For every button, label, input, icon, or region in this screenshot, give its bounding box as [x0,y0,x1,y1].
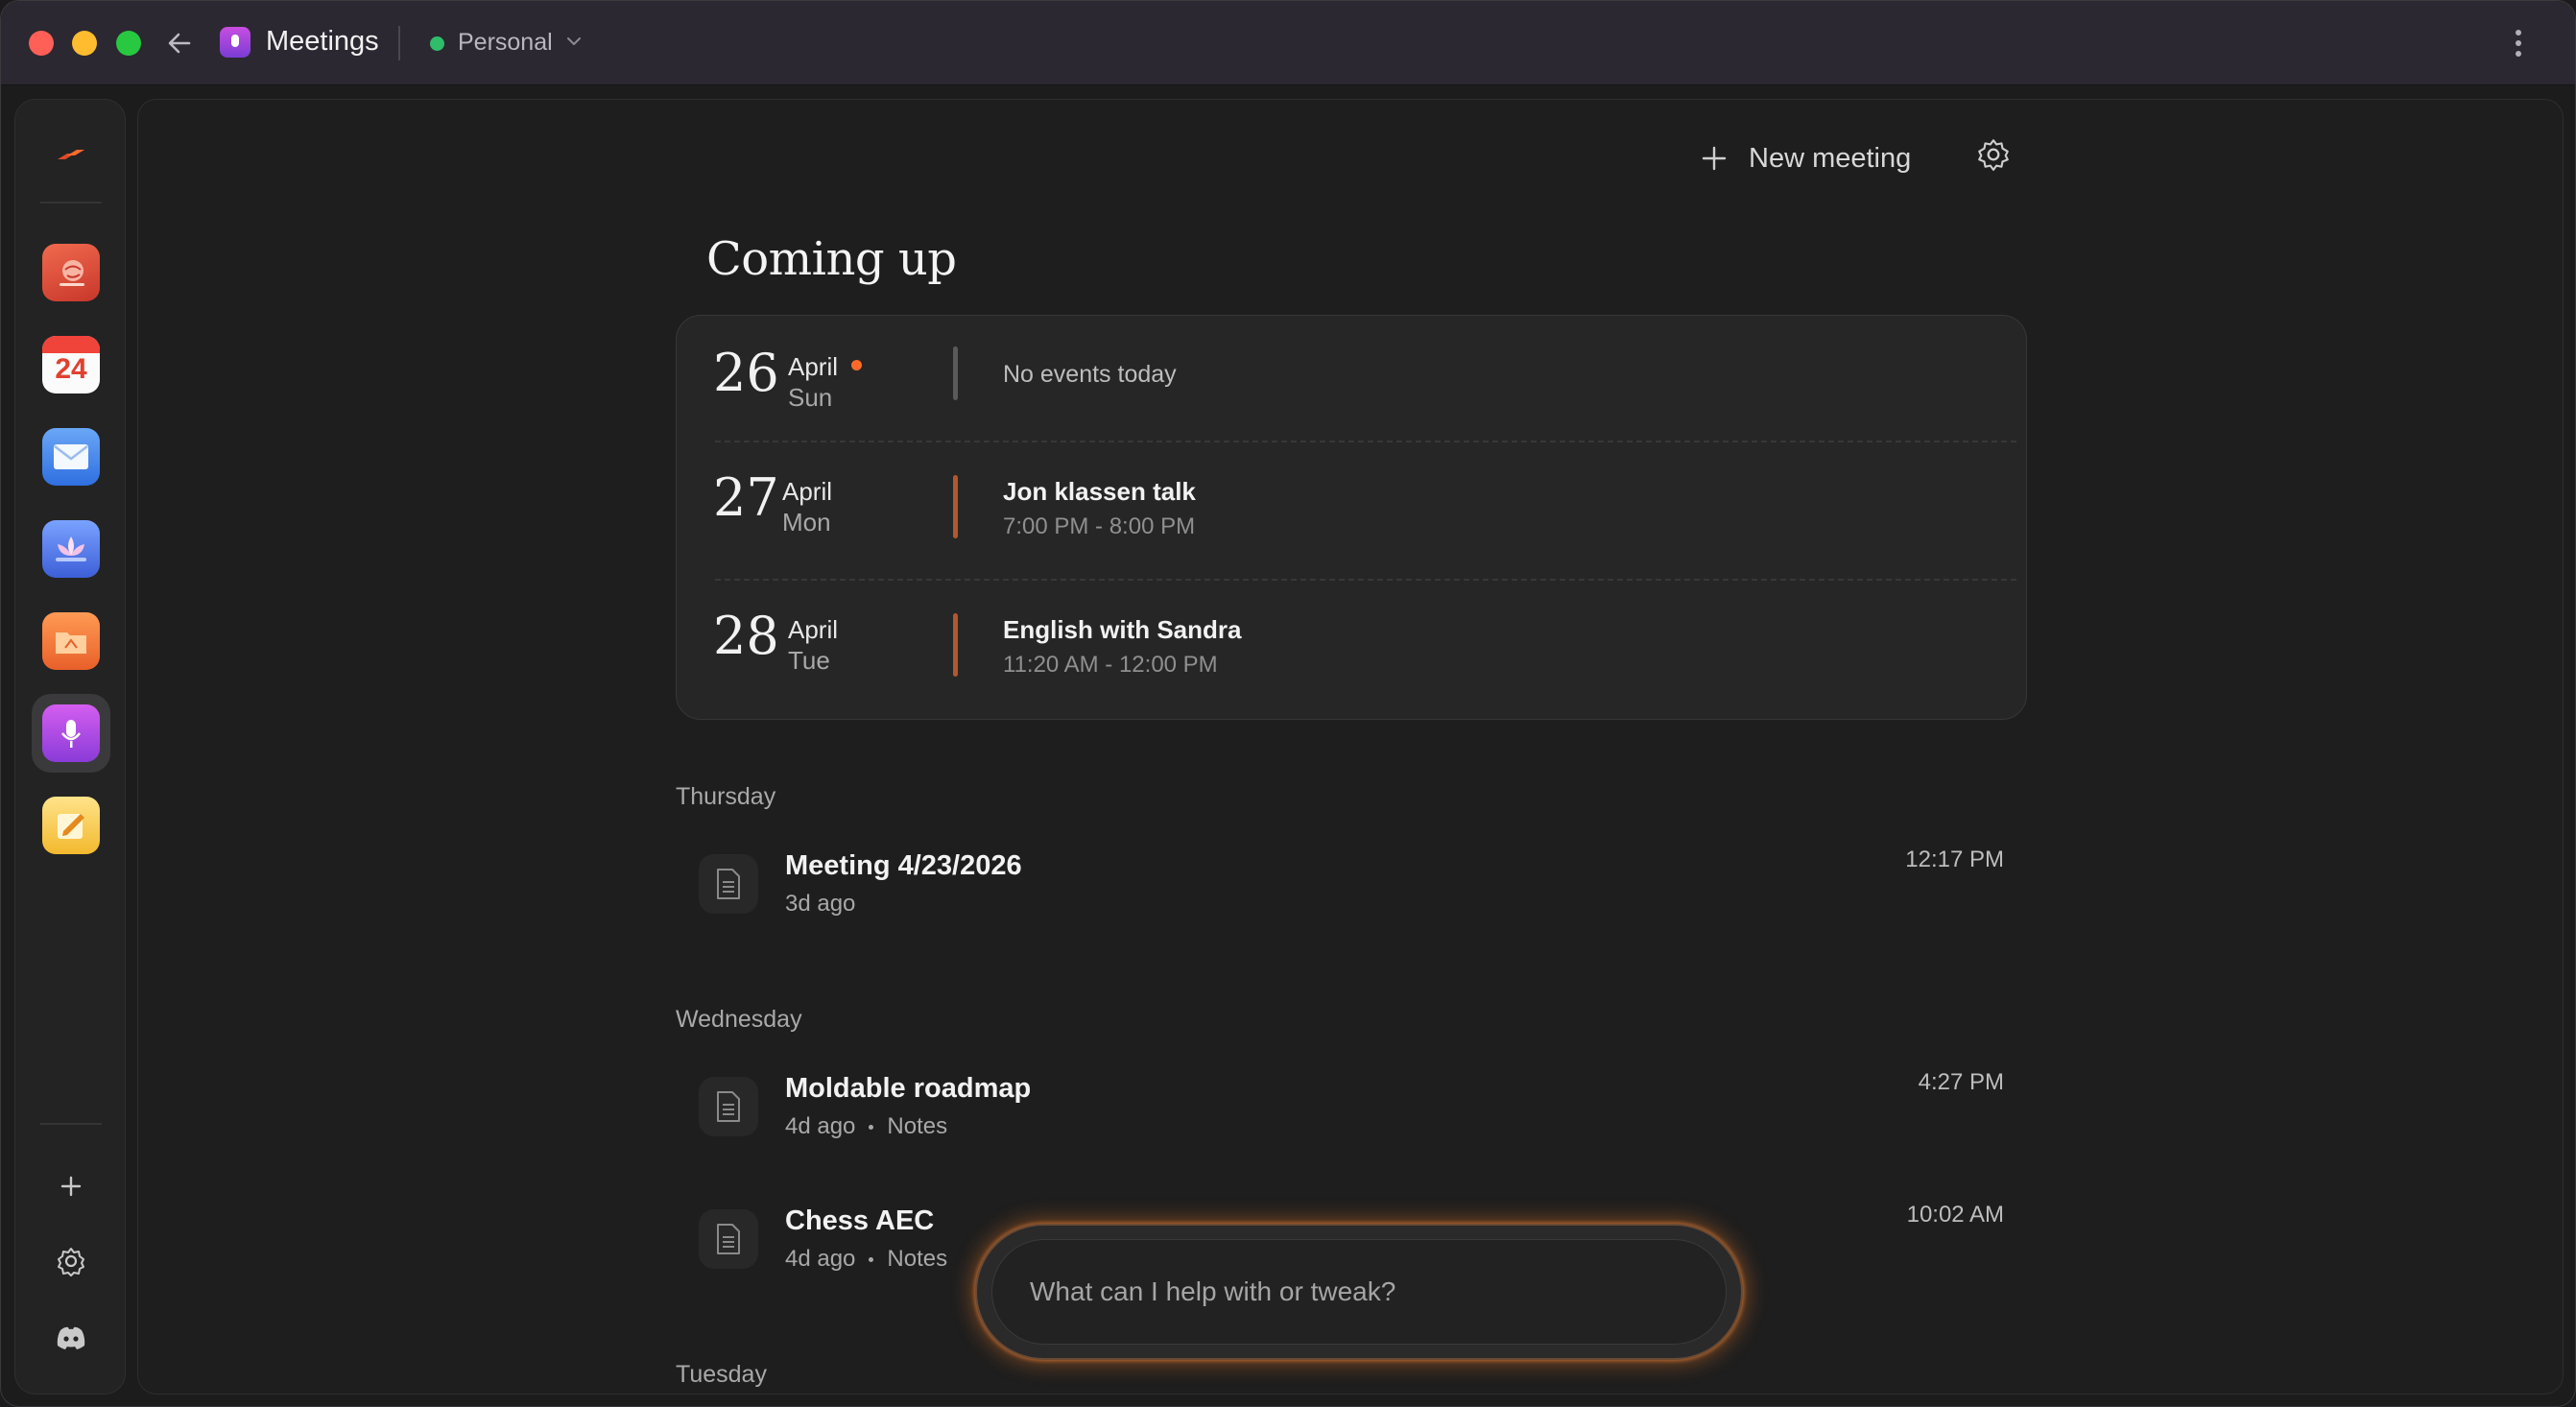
section-label-tuesday: Tuesday [676,1361,767,1388]
settings-gear-icon[interactable] [1975,136,2012,173]
calendar-date-label: 24 [55,353,87,385]
no-events-text: No events today [1003,361,1177,388]
meetings-app-icon [220,27,250,58]
brand-logo-icon[interactable] [54,142,88,171]
meeting-ago: 4d ago [785,1113,856,1139]
zoom-window-button[interactable] [116,31,141,56]
today-indicator-dot [851,360,862,370]
meeting-title: Moldable roadmap [785,1073,1032,1104]
day-number: 27 [713,467,779,528]
meeting-title: Meeting 4/23/2026 [785,850,1022,881]
calendar-app-icon[interactable]: 24 [42,336,100,393]
title-divider [398,26,400,60]
event-color-bar [953,475,958,538]
document-icon [699,1209,758,1269]
event-title: Jon klassen talk [1003,477,1196,506]
meeting-time: 10:02 AM [1906,1202,2004,1228]
meeting-title: Chess AEC [785,1205,935,1236]
meeting-time: 4:27 PM [1918,1069,2004,1095]
main-panel: New meeting Coming up 26 April Sun No ev… [137,99,2564,1395]
globe-book-app-icon[interactable] [42,244,100,301]
folder-app-icon[interactable] [42,612,100,670]
back-arrow-icon[interactable] [162,26,197,60]
meeting-tag: Notes [887,1246,948,1272]
document-icon [699,854,758,914]
notes-app-icon[interactable] [42,797,100,854]
day-number: 28 [713,606,779,666]
meeting-list-item[interactable]: Moldable roadmap 4d ago Notes 4:27 PM [676,1069,2027,1159]
weekday-label: Mon [782,508,831,537]
app-window: Meetings Personal 24 New meeting Coming … [0,0,2576,1407]
meeting-meta: 4d ago Notes [785,1246,947,1273]
plus-icon [1702,146,1727,171]
more-options-icon[interactable] [2514,26,2523,60]
meeting-ago: 4d ago [785,1246,856,1272]
meeting-ago: 3d ago [785,891,856,917]
app-dock: 24 [14,99,126,1395]
event-time: 7:00 PM - 8:00 PM [1003,513,1196,539]
upcoming-day-row[interactable]: 26 April Sun No events today [677,316,2026,450]
gear-icon[interactable] [54,1244,88,1278]
weekday-label: Sun [788,383,833,412]
section-label-thursday: Thursday [676,783,776,810]
event-color-bar [953,346,958,400]
day-number: 26 [713,343,779,403]
upcoming-day-row[interactable]: 27 April Mon Jon klassen talk 7:00 PM - … [677,448,2026,583]
meeting-time: 12:17 PM [1905,847,2004,872]
section-label-wednesday: Wednesday [676,1006,802,1033]
upcoming-day-row[interactable]: 28 April Tue English with Sandra 11:20 A… [677,586,2026,721]
title-bar: Meetings Personal [1,1,2575,85]
row-divider [715,579,2016,581]
assistant-chat-input[interactable] [1030,1268,1692,1316]
discord-icon[interactable] [54,1321,88,1355]
chevron-down-icon[interactable] [565,35,583,48]
meeting-tag: Notes [887,1113,948,1139]
meeting-meta: 4d ago Notes [785,1113,947,1140]
dock-divider [40,202,102,203]
month-label: April [788,615,839,644]
upcoming-events-card: 26 April Sun No events today 27 April Mo… [676,315,2027,720]
window-title: Meetings [266,26,379,57]
new-meeting-button[interactable]: New meeting [1701,134,1911,182]
new-meeting-label: New meeting [1749,142,1912,174]
workspace-status-dot [430,36,444,51]
page-title: Coming up [706,232,957,286]
close-window-button[interactable] [29,31,54,56]
lotus-app-icon[interactable] [42,520,100,578]
weekday-label: Tue [788,646,830,675]
document-icon [699,1077,758,1136]
meetings-app-dock-icon[interactable] [42,704,100,762]
minimize-window-button[interactable] [72,31,97,56]
event-title: English with Sandra [1003,615,1242,644]
month-label: April [788,352,839,381]
meeting-meta: 3d ago [785,891,855,918]
workspace-selector[interactable]: Personal [458,29,553,57]
month-label: April [782,477,833,506]
add-app-icon[interactable] [54,1169,88,1204]
mail-app-icon[interactable] [42,428,100,486]
event-time: 11:20 AM - 12:00 PM [1003,652,1218,678]
row-divider [715,441,2016,442]
meeting-list-item[interactable]: Meeting 4/23/2026 3d ago 12:17 PM [676,847,2027,937]
dock-divider [40,1123,102,1125]
event-color-bar [953,613,958,677]
